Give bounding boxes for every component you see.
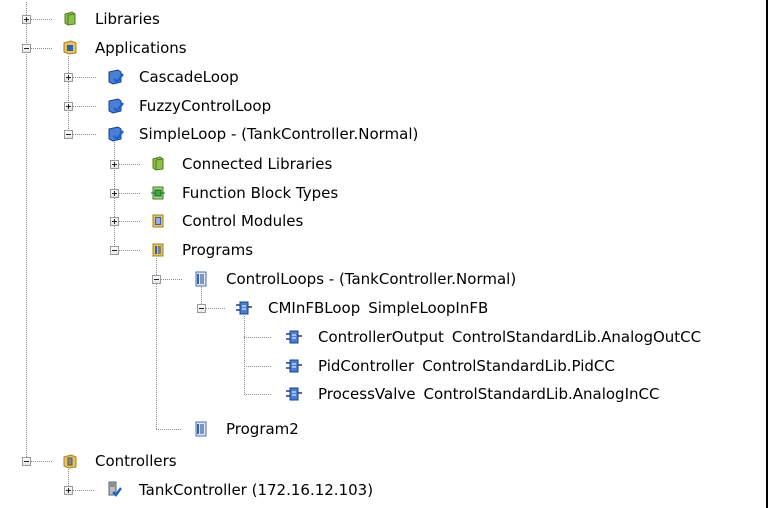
expand-toggle-fuzzycontrolloop[interactable] xyxy=(64,102,73,111)
program-icon xyxy=(195,271,207,287)
controllers-folder-icon xyxy=(63,454,77,469)
pidcontroller-type: ControlStandardLib.PidCC xyxy=(422,357,615,375)
processvalve-name: ProcessValve xyxy=(318,385,416,403)
application-icon xyxy=(108,98,124,114)
control-modules-icon xyxy=(152,214,164,228)
expand-toggle-function-block-types[interactable] xyxy=(110,189,119,198)
applications-folder-icon xyxy=(63,40,77,55)
tree-item-processvalve[interactable]: ProcessValve ControlStandardLib.AnalogInC… xyxy=(318,381,659,407)
cminfbloop-type: SimpleLoopInFB xyxy=(368,299,489,317)
function-block-instance-icon xyxy=(286,359,302,373)
tree-item-controlleroutput[interactable]: ControllerOutput ControlStandardLib.Analo… xyxy=(318,324,701,350)
collapse-toggle-programs[interactable] xyxy=(110,246,119,255)
tree-item-applications[interactable]: Applications xyxy=(95,35,187,61)
expand-toggle-control-modules[interactable] xyxy=(110,217,119,226)
collapse-toggle-cminfbloop[interactable] xyxy=(197,304,206,313)
controlleroutput-name: ControllerOutput xyxy=(318,328,444,346)
tree-item-simpleloop[interactable]: SimpleLoop - (TankController.Normal) xyxy=(139,121,418,147)
tree-item-programs[interactable]: Programs xyxy=(182,237,253,263)
controlleroutput-type: ControlStandardLib.AnalogOutCC xyxy=(451,328,702,346)
function-block-instance-icon xyxy=(286,330,302,344)
tree-item-cascadeloop[interactable]: CascadeLoop xyxy=(139,64,239,90)
tree-item-tankcontroller[interactable]: TankController (172.16.12.103) xyxy=(139,477,373,503)
tree-item-control-modules[interactable]: Control Modules xyxy=(182,208,303,234)
tree-item-pidcontroller[interactable]: PidController ControlStandardLib.PidCC xyxy=(318,353,615,379)
collapse-toggle-applications[interactable] xyxy=(22,44,31,53)
project-explorer-tree: Libraries Applications CascadeLoop Fuzzy… xyxy=(0,0,768,508)
expand-toggle-connected-libraries[interactable] xyxy=(110,160,119,169)
tree-item-cminfbloop[interactable]: CMInFBLoop SimpleLoopInFB xyxy=(268,295,488,321)
expand-toggle-tankcontroller[interactable] xyxy=(64,486,73,495)
function-block-icon xyxy=(236,301,252,315)
processvalve-type: ControlStandardLib.AnalogInCC xyxy=(423,385,660,403)
application-icon xyxy=(108,126,124,142)
cminfbloop-name: CMInFBLoop xyxy=(268,299,361,317)
connected-libraries-icon xyxy=(152,156,164,171)
collapse-toggle-controllers[interactable] xyxy=(22,457,31,466)
function-block-instance-icon xyxy=(286,387,302,401)
tree-item-connected-libraries[interactable]: Connected Libraries xyxy=(182,151,332,177)
programs-folder-icon xyxy=(152,243,164,257)
tree-item-libraries[interactable]: Libraries xyxy=(95,6,160,32)
pidcontroller-name: PidController xyxy=(318,357,415,375)
tree-item-program2[interactable]: Program2 xyxy=(226,416,299,442)
function-block-types-icon xyxy=(151,186,165,200)
application-icon xyxy=(108,69,124,85)
collapse-toggle-controlloops[interactable] xyxy=(152,275,161,284)
library-icon xyxy=(64,11,76,26)
tree-item-function-block-types[interactable]: Function Block Types xyxy=(182,180,338,206)
collapse-toggle-simpleloop[interactable] xyxy=(64,130,73,139)
program-icon xyxy=(195,421,207,437)
expand-toggle-cascadeloop[interactable] xyxy=(64,73,73,82)
expand-toggle-libraries[interactable] xyxy=(22,15,31,24)
tree-item-fuzzycontrolloop[interactable]: FuzzyControlLoop xyxy=(139,93,271,119)
tree-item-controllers[interactable]: Controllers xyxy=(95,448,177,474)
tree-item-controlloops[interactable]: ControlLoops - (TankController.Normal) xyxy=(226,266,516,292)
controller-icon xyxy=(108,481,122,497)
